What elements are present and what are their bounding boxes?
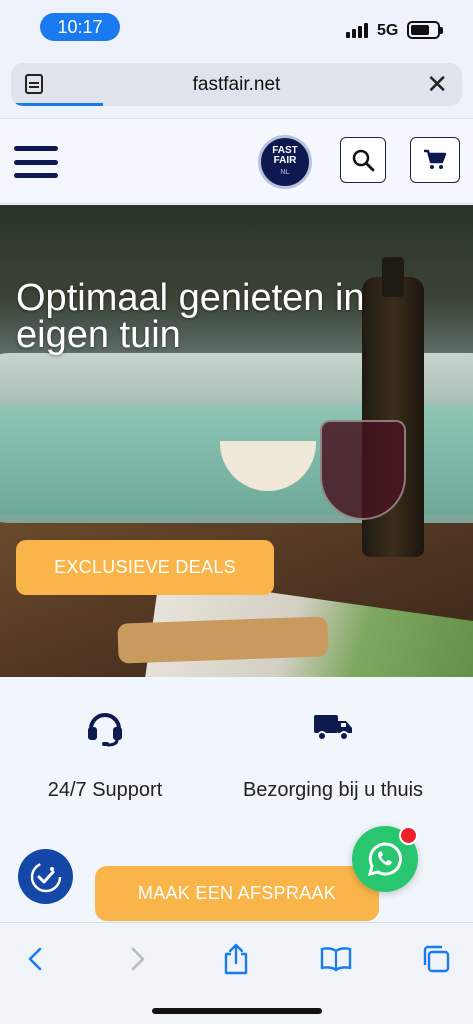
whatsapp-icon	[367, 842, 402, 877]
accessibility-button[interactable]	[18, 849, 73, 904]
search-icon	[352, 149, 375, 172]
headset-icon	[88, 713, 122, 747]
bookmarks-icon[interactable]	[318, 941, 354, 977]
screen: 10:17 5G fastfair.net ✕ FAST FAIR NL Opt…	[0, 0, 473, 1024]
page-load-progress	[11, 103, 103, 106]
status-time[interactable]: 10:17	[40, 13, 120, 41]
site-header: FAST FAIR NL	[0, 118, 473, 204]
feature-delivery: Bezorging bij u thuis	[228, 707, 438, 802]
share-icon[interactable]	[218, 941, 254, 977]
battery-icon	[407, 21, 443, 39]
home-indicator	[152, 1008, 322, 1014]
menu-icon[interactable]	[14, 146, 58, 178]
back-icon[interactable]	[18, 941, 54, 977]
tabs-icon[interactable]	[418, 941, 454, 977]
url-text[interactable]: fastfair.net	[11, 74, 462, 96]
truck-icon	[314, 715, 352, 741]
network-label: 5G	[377, 22, 399, 39]
feature-support-label: 24/7 Support	[47, 779, 163, 801]
signal-icon	[346, 23, 368, 38]
cart-icon	[424, 149, 447, 169]
hero-title: Optimaal genieten in eigen tuin	[16, 277, 365, 356]
hero-banner: Optimaal genieten in eigen tuin EXCLUSIE…	[0, 205, 473, 677]
exclusive-deals-button[interactable]: EXCLUSIEVE DEALS	[16, 540, 274, 595]
forward-icon[interactable]	[119, 941, 155, 977]
close-icon[interactable]: ✕	[426, 71, 448, 97]
address-bar[interactable]: fastfair.net ✕	[11, 63, 462, 106]
hero-image-glass	[320, 420, 406, 520]
cart-button[interactable]	[410, 137, 460, 183]
accessibility-icon	[30, 861, 61, 892]
feature-support: 24/7 Support	[30, 707, 180, 802]
appointment-button[interactable]: MAAK EEN AFSPRAAK	[95, 866, 379, 921]
hero-image-board	[117, 616, 329, 664]
notification-badge	[399, 826, 418, 845]
feature-delivery-label: Bezorging bij u thuis	[242, 779, 424, 801]
logo-text-2: FAIR	[273, 155, 297, 166]
search-button[interactable]	[340, 137, 386, 183]
logo[interactable]: FAST FAIR NL	[258, 135, 312, 189]
status-bar: 10:17 5G	[0, 0, 473, 56]
logo-text-3: NL	[280, 169, 290, 176]
